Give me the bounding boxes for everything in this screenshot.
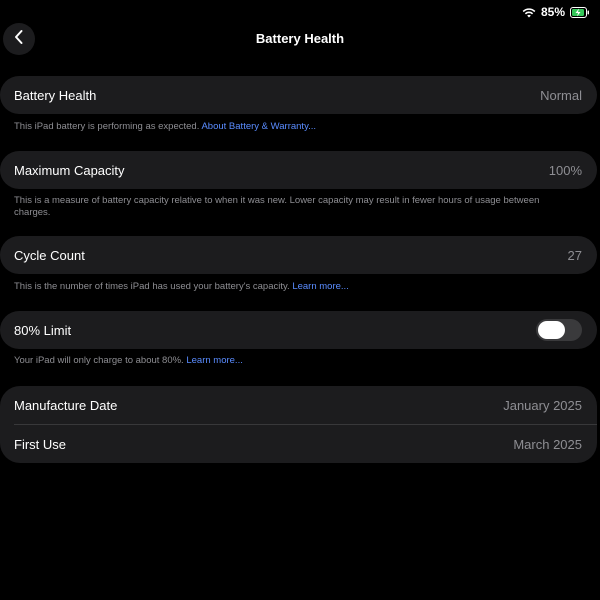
maximum-capacity-card: Maximum Capacity 100% (0, 151, 597, 189)
page-title: Battery Health (255, 31, 345, 46)
battery-health-row: Battery Health Normal (0, 76, 597, 114)
battery-health-label: Battery Health (14, 87, 97, 103)
toggle-knob (538, 321, 565, 339)
first-use-label: First Use (14, 436, 66, 452)
battery-charging-icon (570, 6, 590, 18)
maximum-capacity-value: 100% (548, 162, 582, 178)
limit-label: 80% Limit (14, 322, 72, 338)
cycle-count-card: Cycle Count 27 (0, 236, 597, 274)
cycle-count-label: Cycle Count (14, 247, 85, 263)
limit-card: 80% Limit (0, 311, 597, 349)
navigation-header: Battery Health (0, 22, 600, 58)
manufacture-date-label: Manufacture Date (14, 397, 118, 413)
battery-health-card: Battery Health Normal (0, 76, 597, 114)
battery-health-description: This iPad battery is performing as expec… (14, 121, 200, 132)
battery-percent: 85% (540, 5, 565, 19)
cycle-count-row: Cycle Count 27 (0, 236, 597, 274)
wifi-icon (522, 7, 536, 18)
battery-health-value: Normal (540, 87, 582, 103)
maximum-capacity-label: Maximum Capacity (14, 162, 125, 178)
manufacture-date-row: Manufacture Date January 2025 (0, 386, 597, 424)
limit-toggle[interactable] (536, 319, 582, 341)
cycle-count-value: 27 (567, 247, 582, 263)
first-use-row: First Use March 2025 (0, 425, 597, 463)
first-use-value: March 2025 (513, 436, 582, 452)
limit-learn-more-link[interactable]: Learn more... (186, 355, 243, 366)
cycle-count-description: This is the number of times iPad has use… (14, 281, 290, 292)
maximum-capacity-description: This is a measure of battery capacity re… (14, 195, 540, 218)
cycle-count-learn-more-link[interactable]: Learn more... (292, 281, 349, 292)
limit-description: Your iPad will only charge to about 80%. (14, 355, 184, 366)
limit-footer: Your iPad will only charge to about 80%.… (14, 355, 574, 367)
battery-health-footer: This iPad battery is performing as expec… (14, 121, 574, 133)
dates-card: Manufacture Date January 2025 First Use … (0, 386, 597, 463)
cycle-count-footer: This is the number of times iPad has use… (14, 281, 574, 293)
maximum-capacity-footer: This is a measure of battery capacity re… (14, 195, 544, 219)
manufacture-date-value: January 2025 (503, 397, 582, 413)
limit-row: 80% Limit (0, 311, 597, 349)
about-battery-warranty-link[interactable]: About Battery & Warranty... (201, 121, 316, 132)
maximum-capacity-row: Maximum Capacity 100% (0, 151, 597, 189)
status-bar: 85% (522, 3, 590, 21)
